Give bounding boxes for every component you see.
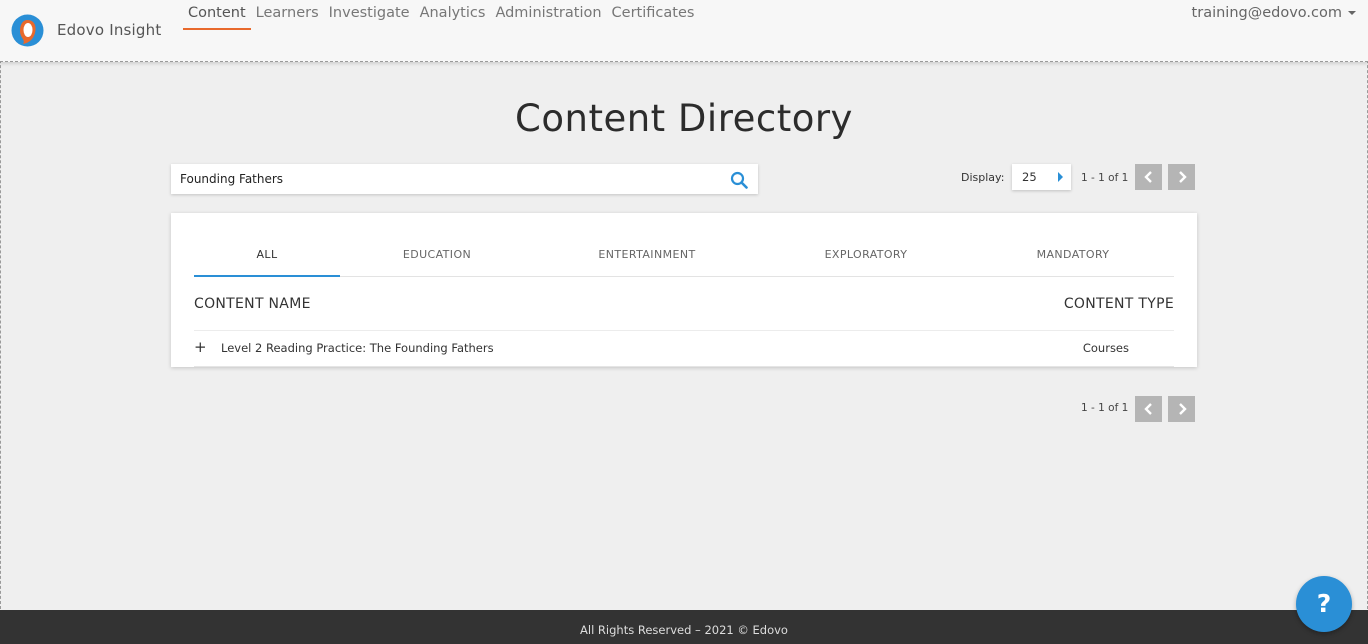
nav-investigate[interactable]: Investigate xyxy=(324,0,415,30)
chevron-left-icon xyxy=(1143,171,1152,183)
chevron-right-icon xyxy=(1178,171,1187,183)
display-count-select[interactable]: 25 xyxy=(1012,164,1071,190)
top-navigation-bar: Edovo Insight Content Learners Investiga… xyxy=(0,0,1368,62)
row-divider xyxy=(194,366,1174,367)
chevron-left-icon xyxy=(1143,403,1152,415)
user-menu[interactable]: training@edovo.com xyxy=(1192,5,1356,21)
nav-content[interactable]: Content xyxy=(183,0,251,30)
caret-right-icon xyxy=(1058,172,1063,182)
content-type-cell: Courses xyxy=(1082,341,1129,355)
next-page-button-bottom[interactable] xyxy=(1168,396,1195,422)
nav-learners[interactable]: Learners xyxy=(251,0,324,30)
chevron-right-icon xyxy=(1178,403,1187,415)
next-page-button-top[interactable] xyxy=(1168,164,1195,190)
help-button[interactable]: ? xyxy=(1296,576,1352,632)
tab-mandatory[interactable]: MANDATORY xyxy=(1008,241,1138,277)
edovo-logo-icon[interactable] xyxy=(11,14,44,47)
brand-name: Edovo Insight xyxy=(57,21,162,39)
nav-administration[interactable]: Administration xyxy=(490,0,606,30)
tab-entertainment[interactable]: ENTERTAINMENT xyxy=(572,241,722,277)
page-title: Content Directory xyxy=(515,97,853,140)
category-tabs: ALL EDUCATION ENTERTAINMENT EXPLORATORY … xyxy=(194,241,1174,277)
pagination-range-top: 1 - 1 of 1 xyxy=(1081,172,1129,184)
table-row[interactable]: + Level 2 Reading Practice: The Founding… xyxy=(194,331,1174,366)
prev-page-button-top[interactable] xyxy=(1135,164,1162,190)
column-header-content-type[interactable]: CONTENT TYPE xyxy=(1064,296,1174,312)
user-email: training@edovo.com xyxy=(1191,5,1342,21)
search-icon[interactable] xyxy=(730,171,748,189)
content-name-cell: Level 2 Reading Practice: The Founding F… xyxy=(221,341,494,355)
tab-all[interactable]: ALL xyxy=(194,241,340,277)
expand-plus-icon[interactable]: + xyxy=(194,338,207,356)
search-input[interactable] xyxy=(171,164,711,194)
footer: All Rights Reserved – 2021 © Edovo xyxy=(0,610,1368,644)
prev-page-button-bottom[interactable] xyxy=(1135,396,1162,422)
display-count-value: 25 xyxy=(1022,170,1037,184)
content-card: ALL EDUCATION ENTERTAINMENT EXPLORATORY … xyxy=(171,213,1197,367)
search-box xyxy=(171,164,758,194)
display-label: Display: xyxy=(961,171,1005,184)
nav-analytics[interactable]: Analytics xyxy=(415,0,491,30)
caret-down-icon xyxy=(1348,11,1356,15)
tab-education[interactable]: EDUCATION xyxy=(372,241,502,277)
pagination-range-bottom: 1 - 1 of 1 xyxy=(1081,402,1129,414)
nav-certificates[interactable]: Certificates xyxy=(607,0,700,30)
column-header-content-name[interactable]: CONTENT NAME xyxy=(194,296,311,312)
main-nav: Content Learners Investigate Analytics A… xyxy=(183,0,699,30)
tab-exploratory[interactable]: EXPLORATORY xyxy=(796,241,936,277)
footer-text: All Rights Reserved – 2021 © Edovo xyxy=(580,623,788,637)
